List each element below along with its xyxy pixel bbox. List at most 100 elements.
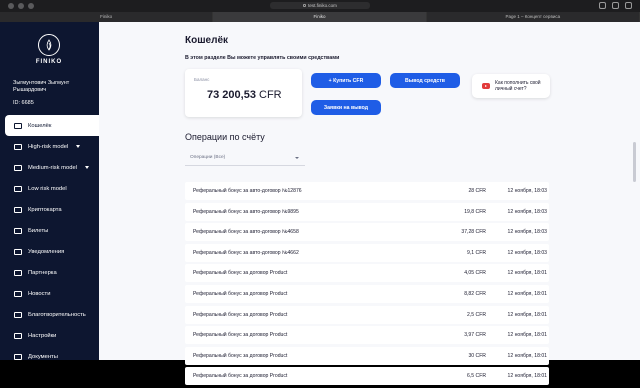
share-icon[interactable] [599,2,606,9]
operation-date: 12 ноября, 18:01 [507,332,547,339]
operation-amount: 9,1 CFR [467,249,486,256]
youtube-icon [482,83,490,89]
operation-description: Реферальный бонус за авто-договор №4662 [193,249,299,256]
chevron-down-icon [76,145,81,148]
help-topup-text: Как пополнить свой личный счет? [495,80,541,92]
sidebar-item-tickets[interactable]: Билеты [5,220,99,241]
balance-label: Баланс [194,77,210,82]
bell-icon [14,248,22,255]
table-row: Реферальный бонус за авто-договор №12876… [185,182,549,200]
window-controls [8,3,34,9]
chevron-down-icon [295,157,299,159]
scrollbar[interactable] [633,142,636,182]
operation-amount: 28 CFR [468,188,486,194]
toolbar-icons [599,2,632,9]
address-bar[interactable]: test.finiko.com [270,2,370,9]
tabs-overview-icon[interactable] [625,2,632,9]
wallet-icon [14,122,22,129]
sidebar-item-label: Билеты [28,227,49,234]
operation-date: 12 ноября, 18:01 [507,311,547,318]
sidebar-item-cryptocard[interactable]: Криптокарта [5,199,99,220]
sidebar-nav: Кошелёк High-risk model Medium-risk mode… [5,115,99,367]
sidebar: FINIKO Зыгмунтович Зыгмунт Рышардович ID… [0,22,99,360]
operation-description: Реферальный бонус за авто-договор №9895 [193,208,299,215]
ticket-icon [14,227,22,234]
operations-filter-value: Операции (Все) [190,155,226,160]
operation-date: 12 ноября, 18:03 [507,208,547,215]
withdraw-button[interactable]: Вывод средств [390,73,460,88]
table-row: Реферальный бонус за договор Product 6,5 … [185,367,549,386]
minimize-window-icon[interactable] [18,3,24,9]
balance-value: 73 200,53 CFR [207,89,282,101]
chart-icon [14,185,22,192]
operation-date: 12 ноября, 18:03 [507,249,547,256]
operation-date: 12 ноября, 18:01 [507,290,547,297]
tab-bar: Finiko Finiko Page 1 – Концепт сервиса [0,12,640,22]
sidebar-item-news[interactable]: Новости [5,283,99,304]
sidebar-item-label: Low risk model [28,185,67,192]
sidebar-item-label: Medium-risk model [28,164,77,171]
maximize-window-icon[interactable] [28,3,34,9]
table-row: Реферальный бонус за договор Product 4,05… [185,264,549,283]
sidebar-item-high-risk[interactable]: High-risk model [5,136,99,157]
operation-description: Реферальный бонус за авто-договор №12876 [193,188,302,194]
operation-description: Реферальный бонус за договор Product [193,311,288,318]
card-icon [14,206,22,213]
logo[interactable]: FINIKO [34,34,64,70]
table-row: Реферальный бонус за авто-договор №4658 3… [185,223,549,242]
browser-tab-active[interactable]: Finiko [213,12,427,22]
browser-tab[interactable]: Page 1 – Концепт сервиса [426,12,640,22]
sidebar-item-label: Кошелёк [28,122,52,129]
operation-description: Реферальный бонус за договор Product [193,270,288,277]
operation-amount: 6,5 CFR [467,373,486,380]
sidebar-item-label: Благотворительность [28,311,86,318]
operation-amount: 30 CFR [468,352,486,359]
table-row: Реферальный бонус за авто-договор №4662 9… [185,243,549,262]
close-window-icon[interactable] [8,3,14,9]
operation-description: Реферальный бонус за договор Product [193,332,288,339]
sidebar-item-label: Новости [28,290,51,297]
operation-date: 12 ноября, 18:03 [507,188,547,194]
sidebar-item-label: Криптокарта [28,206,62,213]
operations-filter-select[interactable]: Операции (Все) [185,150,305,166]
operation-amount: 8,82 CFR [464,290,486,297]
operations-table: Реферальный бонус за авто-договор №12876… [185,182,549,388]
operation-date: 12 ноября, 18:03 [507,229,547,236]
page-subtitle: В этом разделе Вы можете управлять своим… [185,55,340,61]
operation-amount: 37,28 CFR [461,229,486,236]
operation-date: 12 ноября, 18:01 [507,373,547,380]
operation-description: Реферальный бонус за договор Product [193,290,288,297]
sidebar-item-documents[interactable]: Документы [5,346,99,367]
user-name: Зыгмунтович Зыгмунт Рышардович [13,80,70,93]
new-tab-icon[interactable] [612,2,619,9]
balance-currency: CFR [259,89,282,101]
browser-chrome: test.finiko.com Finiko Finiko Page 1 – К… [0,0,640,22]
user-id: ID: 6685 [13,100,34,106]
sidebar-item-low-risk[interactable]: Low risk model [5,178,99,199]
table-row: Реферальный бонус за договор Product 3,97… [185,326,549,345]
operations-title: Операции по счёту [185,132,265,142]
table-row: Реферальный бонус за авто-договор №9895 1… [185,202,549,221]
browser-tab[interactable]: Finiko [0,12,214,22]
help-topup-card[interactable]: Как пополнить свой личный счет? [472,74,550,98]
withdrawal-requests-button[interactable]: Заявки на вывод [311,100,381,115]
operation-description: Реферальный бонус за авто-договор №4658 [193,229,299,236]
sidebar-item-wallet[interactable]: Кошелёк [5,115,99,136]
sidebar-item-label: Уведомления [28,248,65,255]
sidebar-item-settings[interactable]: Настройки [5,325,99,346]
balance-card: Баланс 73 200,53 CFR [185,69,302,117]
sidebar-item-partners[interactable]: Партнерка [5,262,99,283]
sidebar-item-medium-risk[interactable]: Medium-risk model [5,157,99,178]
logo-text: FINIKO [35,59,63,65]
logo-mark-icon [38,34,60,56]
sidebar-item-label: Настройки [28,332,57,339]
sidebar-item-charity[interactable]: Благотворительность [5,304,99,325]
operation-description: Реферальный бонус за договор Product [193,373,288,380]
chart-icon [14,164,22,171]
sidebar-item-notifications[interactable]: Уведомления [5,241,99,262]
buy-cfr-button[interactable]: + Купить CFR [311,73,381,88]
sidebar-item-label: Партнерка [28,269,57,276]
url-text: test.finiko.com [308,3,337,8]
table-row: Реферальный бонус за договор Product 8,82… [185,284,549,303]
gear-icon [14,332,22,339]
